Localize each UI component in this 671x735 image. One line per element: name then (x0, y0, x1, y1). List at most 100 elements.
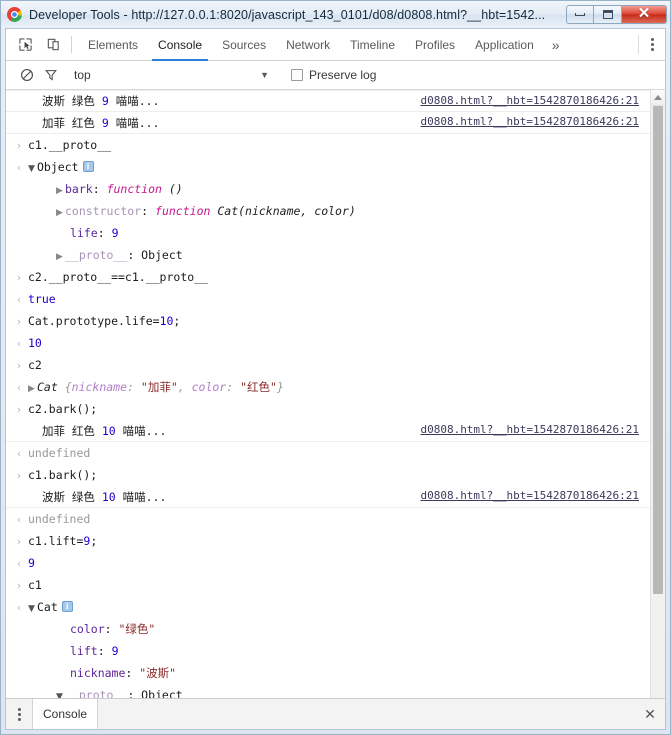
source-location-link[interactable]: d0808.html?__hbt=1542870186426:21 (420, 94, 639, 107)
devtools-drawer: Console ✕ (5, 698, 666, 730)
kebab-dot (650, 48, 654, 51)
console-row[interactable]: › c2.__proto__==c1.__proto__ (6, 266, 650, 288)
disclosure-triangle-icon[interactable]: ▶ (56, 253, 65, 262)
kebab-dot (17, 712, 21, 716)
kebab-dot (650, 43, 654, 46)
execution-context-selector[interactable]: top ▼ (63, 68, 269, 82)
tab-application-label: Application (475, 37, 534, 52)
console-row[interactable]: › c1.lift=9; (6, 530, 650, 552)
console-row[interactable]: 波斯 绿色 9 喵喵... d0808.html?__hbt=1542870186… (6, 90, 650, 112)
console-row-content: c1.lift=9; (28, 534, 650, 548)
devtools-menu-button[interactable] (639, 29, 665, 60)
console-message-list[interactable]: 波斯 绿色 9 喵喵... d0808.html?__hbt=1542870186… (6, 90, 650, 698)
console-row[interactable]: 波斯 绿色 10 喵喵... d0808.html?__hbt=154287018… (6, 486, 650, 508)
scroll-up-button[interactable] (651, 90, 665, 106)
disclosure-triangle-icon[interactable]: ▼ (28, 605, 37, 614)
console-row[interactable]: ‹ ▼ Cat (6, 596, 650, 618)
console-row[interactable]: ▼ __proto__: Object (6, 684, 650, 698)
drawer-tab-console[interactable]: Console (32, 699, 99, 729)
console-token: : (97, 226, 112, 240)
console-row[interactable]: 加菲 红色 10 喵喵... d0808.html?__hbt=154287018… (6, 420, 650, 442)
console-token: 9 (101, 94, 109, 108)
close-icon: ✕ (644, 705, 656, 722)
output-marker-icon: ‹ (16, 292, 22, 306)
console-row[interactable]: 加菲 红色 9 喵喵... d0808.html?__hbt=1542870186… (6, 112, 650, 134)
minimize-button[interactable] (566, 5, 594, 24)
console-token: 10 (101, 489, 116, 504)
console-row[interactable]: › c1 (6, 574, 650, 596)
console-row[interactable]: › c1.__proto__ (6, 134, 650, 156)
filter-funnel-glyph (45, 70, 57, 81)
scrollbar-thumb[interactable] (653, 106, 663, 594)
maximize-button[interactable] (594, 5, 622, 24)
console-token: Object (37, 160, 79, 174)
console-row[interactable]: ▶ __proto__: Object (6, 244, 650, 266)
console-token: 加菲 红色 (42, 423, 102, 438)
console-row[interactable]: ‹ true (6, 288, 650, 310)
console-row-content: color: "绿色" (28, 621, 650, 637)
disclosure-triangle-icon[interactable]: ▼ (56, 693, 65, 699)
disclosure-triangle-icon[interactable]: ▶ (56, 209, 65, 218)
input-marker-icon: › (16, 534, 22, 548)
console-row[interactable]: lift: 9 (6, 640, 650, 662)
tab-console[interactable]: Console (148, 29, 212, 61)
console-row-content: undefined (28, 512, 650, 526)
console-token: 波斯 绿色 (42, 489, 102, 504)
console-row[interactable]: ▶ constructor: function Cat(nickname, col… (6, 200, 650, 222)
tab-network[interactable]: Network (276, 29, 340, 60)
close-window-button[interactable]: ✕ (622, 5, 667, 24)
console-row[interactable]: ▶ bark: function () (6, 178, 650, 200)
disclosure-triangle-icon[interactable]: ▶ (28, 385, 37, 394)
source-location-link[interactable]: d0808.html?__hbt=1542870186426:21 (420, 115, 639, 128)
chevron-double-right-icon: » (551, 36, 560, 53)
drawer-close-button[interactable]: ✕ (635, 699, 665, 729)
tab-elements[interactable]: Elements (78, 29, 148, 60)
more-tabs-button[interactable]: » (544, 29, 568, 60)
scrollbar-track[interactable] (651, 106, 665, 698)
console-row[interactable]: life: 9 (6, 222, 650, 244)
tab-profiles[interactable]: Profiles (405, 29, 465, 60)
console-token: : (141, 204, 156, 218)
console-token: ; (90, 534, 98, 548)
console-row-content: ▶ constructor: function Cat(nickname, col… (28, 204, 650, 218)
console-token: c1 (28, 578, 42, 592)
console-row[interactable]: › c1.bark(); (6, 464, 650, 486)
console-token: 9 (111, 226, 119, 240)
console-row[interactable]: › Cat.prototype.life=10; (6, 310, 650, 332)
inspect-element-icon[interactable] (11, 29, 39, 60)
console-row[interactable]: ‹ undefined (6, 508, 650, 530)
console-row[interactable]: color: "绿色" (6, 618, 650, 640)
filter-funnel-icon[interactable] (39, 68, 63, 82)
console-row[interactable]: ‹ 9 (6, 552, 650, 574)
preserve-log-control[interactable]: Preserve log (291, 68, 376, 82)
tab-sources[interactable]: Sources (212, 29, 276, 60)
disclosure-triangle-icon[interactable]: ▶ (56, 187, 65, 196)
tab-elements-label: Elements (88, 37, 139, 52)
tab-timeline[interactable]: Timeline (340, 29, 405, 60)
console-row[interactable]: › c2.bark(); (6, 398, 650, 420)
console-row[interactable]: nickname: "波斯" (6, 662, 650, 684)
console-row[interactable]: › c2 (6, 354, 650, 376)
console-token: 9 (28, 556, 35, 570)
console-row[interactable]: ‹ undefined (6, 442, 650, 464)
console-row[interactable]: ‹ ▶ Cat {nickname: "加菲", color: "红色"} (6, 376, 650, 398)
console-row[interactable]: ‹ 10 (6, 332, 650, 354)
source-location-link[interactable]: d0808.html?__hbt=1542870186426:21 (420, 489, 639, 502)
preserve-log-checkbox[interactable] (291, 69, 303, 81)
console-row-content: life: 9 (28, 226, 650, 240)
console-row[interactable]: ‹ ▼ Object (6, 156, 650, 178)
device-toolbar-icon[interactable] (39, 29, 67, 60)
output-marker-icon: ‹ (16, 600, 22, 614)
console-row-content: ▶ Cat {nickname: "加菲", color: "红色"} (28, 379, 650, 395)
console-scrollbar[interactable] (650, 90, 665, 698)
drawer-menu-button[interactable] (6, 699, 32, 729)
console-output-area: 波斯 绿色 9 喵喵... d0808.html?__hbt=1542870186… (6, 90, 665, 698)
tab-application[interactable]: Application (465, 29, 544, 60)
clear-console-icon[interactable] (15, 68, 39, 82)
console-token: : (127, 380, 141, 394)
disclosure-triangle-icon[interactable]: ▼ (28, 165, 37, 174)
source-location-link[interactable]: d0808.html?__hbt=1542870186426:21 (420, 423, 639, 436)
info-badge-icon[interactable] (82, 161, 94, 172)
info-badge-icon[interactable] (61, 601, 73, 612)
console-token: c2.bark(); (28, 402, 98, 416)
